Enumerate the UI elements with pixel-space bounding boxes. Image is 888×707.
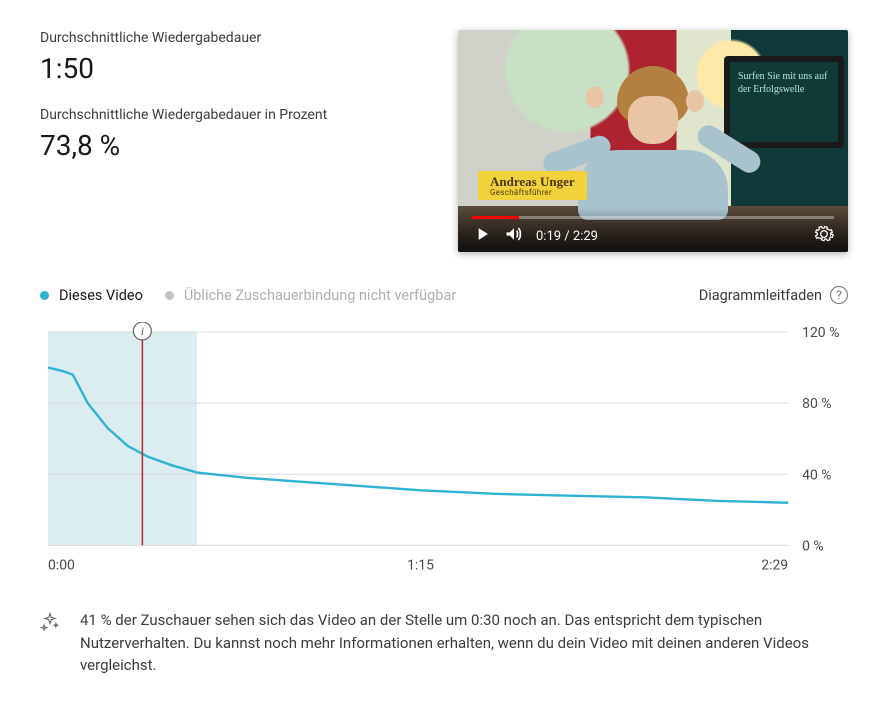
video-settings-button[interactable] bbox=[814, 224, 834, 244]
chart-y-tick-label: 40 % bbox=[802, 467, 831, 483]
play-icon bbox=[472, 224, 492, 244]
chart-marker-info-glyph: i bbox=[141, 324, 144, 338]
avg-view-pct-value: 73,8 % bbox=[40, 129, 418, 162]
chart-x-tick-label: 0:00 bbox=[48, 557, 75, 573]
lower-third-role: Geschäftsführer bbox=[490, 189, 575, 198]
chart-guide-label: Diagrammleitfaden bbox=[699, 287, 822, 304]
chart-y-tick-label: 0 % bbox=[802, 538, 824, 554]
video-current-time: 0:19 bbox=[536, 229, 561, 244]
video-person bbox=[568, 66, 738, 216]
chart-y-tick-label: 80 % bbox=[802, 396, 831, 412]
video-control-bar: 0:19 / 2:29 bbox=[458, 208, 848, 252]
video-progress-bar[interactable] bbox=[472, 216, 834, 219]
chart-x-tick-label: 2:29 bbox=[761, 557, 788, 573]
chart-y-tick-label: 120 % bbox=[802, 325, 839, 341]
volume-button[interactable] bbox=[504, 224, 524, 244]
video-lower-third: Andreas Unger Geschäftsführer bbox=[478, 171, 587, 200]
legend-typical-unavailable: Übliche Zuschauerbindung nicht verfügbar bbox=[165, 287, 456, 304]
video-monitor-text: Surfen Sie mit uns auf der Erfolgswelle bbox=[724, 56, 844, 148]
lower-third-name: Andreas Unger bbox=[490, 175, 575, 189]
retention-chart[interactable]: 0 % 40 % 80 % 120 % 0:00 1:15 2:29 i bbox=[40, 322, 848, 581]
help-icon[interactable]: ? bbox=[830, 286, 848, 304]
legend-this-video[interactable]: Dieses Video bbox=[40, 287, 143, 304]
chart-guide-link[interactable]: Diagrammleitfaden ? bbox=[699, 286, 848, 304]
chart-highlight-band bbox=[48, 332, 197, 545]
video-total-time: 2:29 bbox=[573, 229, 598, 244]
insight-text: 41 % der Zuschauer sehen sich das Video … bbox=[80, 609, 848, 677]
legend-this-video-label: Dieses Video bbox=[59, 287, 143, 304]
video-preview[interactable]: Surfen Sie mit uns auf der Erfolgswelle … bbox=[458, 30, 848, 252]
play-button[interactable] bbox=[472, 224, 492, 244]
legend-typical-label: Übliche Zuschauerbindung nicht verfügbar bbox=[184, 287, 456, 304]
gear-icon bbox=[814, 224, 834, 244]
avg-view-duration-label: Durchschnittliche Wiedergabedauer bbox=[40, 30, 418, 46]
chart-x-tick-label: 1:15 bbox=[407, 557, 434, 573]
volume-icon bbox=[504, 224, 524, 244]
legend-dot-blue bbox=[40, 291, 49, 300]
stats-block: Durchschnittliche Wiedergabedauer 1:50 D… bbox=[40, 30, 418, 252]
legend-dot-grey bbox=[165, 291, 174, 300]
sparkle-icon bbox=[40, 611, 60, 677]
avg-view-pct-label: Durchschnittliche Wiedergabedauer in Pro… bbox=[40, 107, 418, 123]
video-time-display: 0:19 / 2:29 bbox=[536, 229, 598, 244]
avg-view-duration-value: 1:50 bbox=[40, 52, 418, 85]
